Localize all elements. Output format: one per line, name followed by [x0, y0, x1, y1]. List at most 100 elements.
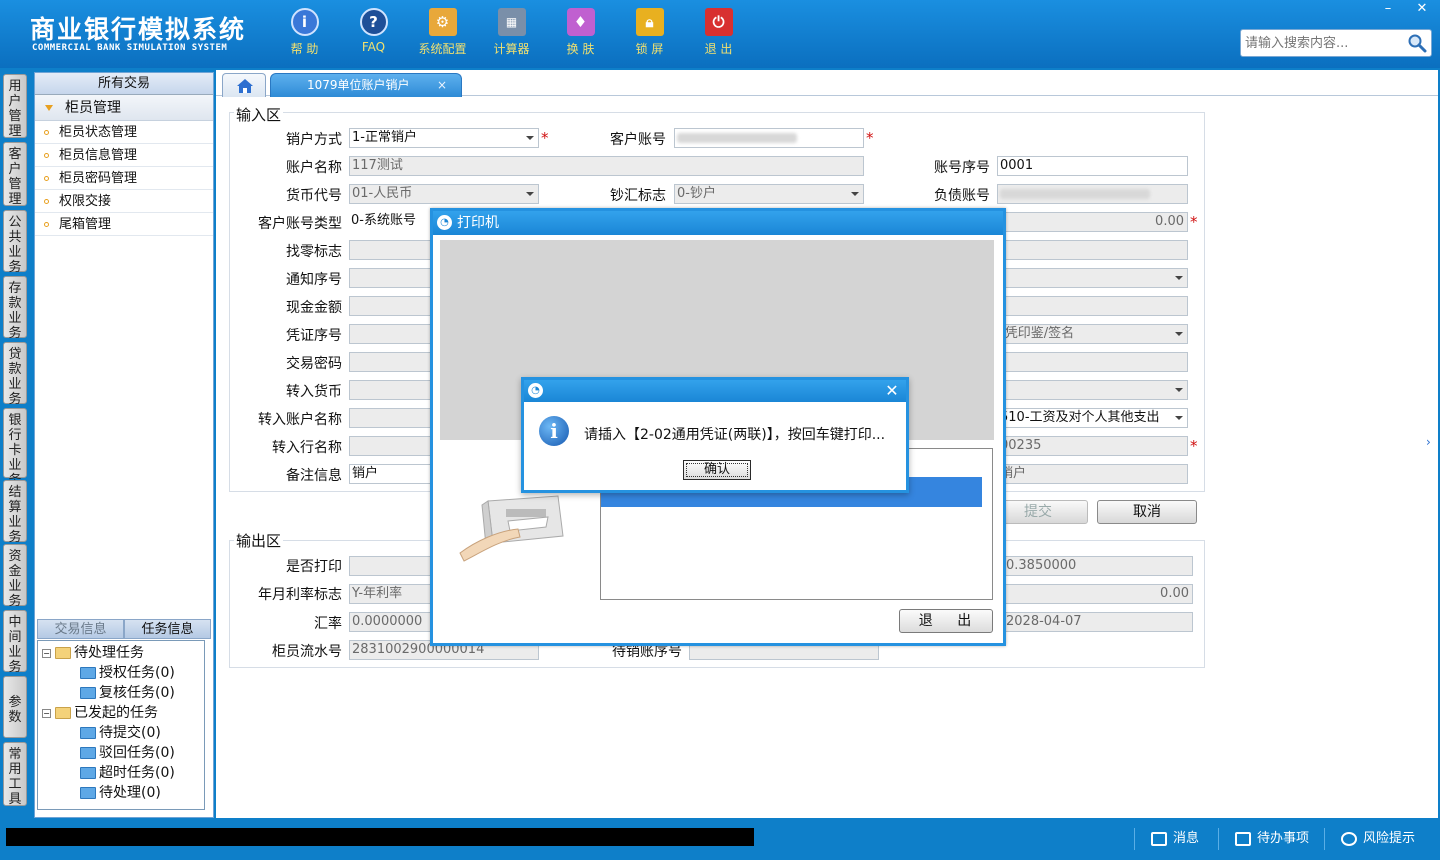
voucher-no-field[interactable] [349, 324, 439, 344]
vtab-card-business[interactable]: 银行卡业务 [3, 408, 27, 488]
messages-button[interactable]: 消息 [1134, 828, 1199, 850]
confirm-button[interactable]: 确认 [683, 460, 751, 480]
vtab-customer-management[interactable]: 客户管理 [3, 142, 27, 207]
home-tab[interactable] [222, 73, 266, 97]
tree-node-review[interactable]: 复核任务(0) [80, 683, 175, 703]
close-icon[interactable]: ✕ [882, 381, 902, 401]
required-mark: * [541, 129, 549, 147]
vtab-loan-business[interactable]: 贷款业务 [3, 342, 27, 407]
right-field-9[interactable] [997, 352, 1188, 372]
close-method-select[interactable]: 1-正常销户 [349, 128, 539, 148]
close-tab-icon[interactable]: × [437, 74, 447, 96]
chevron-down-icon [522, 185, 538, 203]
expand-arrow-icon [45, 105, 53, 111]
chevron-down-icon [522, 129, 538, 147]
folder-icon [55, 707, 71, 719]
transfer-bank-name-field[interactable] [349, 436, 439, 456]
rate-flag-field[interactable]: Y-年利率 [349, 584, 439, 604]
customer-account-field[interactable] [674, 128, 864, 148]
vtab-settlement-business[interactable]: 结算业务 [3, 480, 27, 545]
folder-icon [80, 727, 96, 739]
bullet-icon [44, 176, 49, 181]
vtab-deposit-business[interactable]: 存款业务 [3, 276, 27, 341]
todo-button[interactable]: 待办事项 [1218, 828, 1309, 850]
account-seq-field[interactable]: 0001 [997, 156, 1188, 176]
right-field-5[interactable] [997, 240, 1188, 260]
vtab-public-business[interactable]: 公共业务 [3, 210, 27, 275]
help-button[interactable]: i 帮 助 [270, 8, 339, 60]
vtab-user-management[interactable]: 用户管理 [3, 74, 27, 139]
vtab-intermediate-business[interactable]: 中间业务 [3, 610, 27, 675]
verify-method-select[interactable]: -凭印鉴/签名 [997, 324, 1188, 344]
expand-right-icon[interactable]: › [1426, 422, 1436, 462]
tree-node-pending[interactable]: − 待处理任务 [42, 643, 144, 663]
search-icon[interactable] [1407, 33, 1427, 53]
tab-account-closing[interactable]: 1079单位账户销户 × [270, 73, 462, 97]
menu-item-teller-password[interactable]: 柜员密码管理 [35, 167, 213, 190]
vtab-common-tools[interactable]: 常用工具 [3, 742, 27, 807]
minimize-button[interactable]: – [1372, 0, 1404, 18]
cancel-button[interactable]: 取消 [1097, 500, 1197, 524]
label-tx-password: 交易密码 [286, 356, 342, 372]
purpose-select[interactable]: 510-工资及对个人其他支出 [997, 408, 1188, 428]
quit-button[interactable]: 退 出 [899, 609, 993, 633]
search-input[interactable] [1241, 30, 1401, 56]
chevron-down-icon [1171, 325, 1187, 343]
exchange-rate-field[interactable]: 0.0000000 [349, 612, 439, 632]
tree-node-timeout[interactable]: 超时任务(0) [80, 763, 175, 783]
date-field[interactable]: 2028-04-07 [1003, 612, 1193, 632]
exit-button[interactable]: ⏻ 退 出 [684, 8, 753, 60]
transfer-account-name-field[interactable] [349, 408, 439, 428]
interest-rate-field[interactable]: 0.3850000 [1003, 556, 1193, 576]
menu-item-permission-handover[interactable]: 权限交接 [35, 190, 213, 213]
liability-account-field[interactable] [997, 184, 1188, 204]
vtab-fund-business[interactable]: 资金业务 [3, 544, 27, 609]
cash-amount-field[interactable] [349, 296, 439, 316]
bullet-icon [44, 130, 49, 135]
collapse-icon[interactable]: − [42, 648, 51, 658]
collapse-icon[interactable]: − [42, 708, 51, 718]
right-select-10[interactable] [997, 380, 1188, 400]
tree-node-initiated[interactable]: − 已发起的任务 [42, 703, 158, 723]
cash-flag-select[interactable]: 0-钞户 [674, 184, 864, 204]
transfer-code-field[interactable]: 00235 [997, 436, 1188, 456]
menu-item-teller-info[interactable]: 柜员信息管理 [35, 144, 213, 167]
faq-icon: ? [359, 8, 388, 36]
balance-field[interactable]: 0.00 [997, 212, 1188, 232]
tree-node-authorize[interactable]: 授权任务(0) [80, 663, 175, 683]
risk-alert-button[interactable]: 风险提示 [1324, 828, 1415, 850]
interest-field[interactable]: 0.00 [1003, 584, 1193, 604]
skin-button[interactable]: ♦ 换 肤 [546, 8, 615, 60]
tree-node-to-submit[interactable]: 待提交(0) [80, 723, 161, 743]
chevron-down-icon [847, 185, 863, 203]
label-teller-serial: 柜员流水号 [272, 644, 342, 660]
tab-transaction-info[interactable]: 交易信息 [37, 619, 124, 639]
transfer-currency-field[interactable] [349, 380, 439, 400]
lock-button[interactable]: 🔒︎ 锁 屏 [615, 8, 684, 60]
label-exchange-rate: 汇率 [314, 616, 342, 632]
settings-button[interactable]: ⚙ 系统配置 [408, 8, 477, 60]
right-field-7[interactable] [997, 296, 1188, 316]
search-box [1240, 29, 1432, 57]
account-name-field[interactable]: 117测试 [349, 156, 864, 176]
vtab-parameters[interactable]: 参数 [3, 676, 27, 738]
group-teller-management[interactable]: 柜员管理 [35, 95, 213, 121]
tx-password-field[interactable] [349, 352, 439, 372]
notice-no-field[interactable] [349, 268, 439, 288]
print-flag-field[interactable] [349, 556, 439, 576]
close-window-button[interactable]: ✕ [1406, 0, 1438, 18]
right-select-6[interactable] [997, 268, 1188, 288]
currency-select[interactable]: 01-人民币 [349, 184, 539, 204]
calculator-button[interactable]: ▦ 计算器 [477, 8, 546, 60]
tree-node-to-process[interactable]: 待处理(0) [80, 783, 161, 803]
menu-item-teller-status[interactable]: 柜员状态管理 [35, 121, 213, 144]
remark-right-field[interactable]: 销户 [997, 464, 1188, 484]
remark-field[interactable]: 销户 [349, 464, 439, 484]
menu-item-cash-box[interactable]: 尾箱管理 [35, 213, 213, 236]
change-flag-field[interactable] [349, 240, 439, 260]
faq-button[interactable]: ? FAQ [339, 8, 408, 60]
chat-bubble-icon [1341, 831, 1357, 846]
account-type-field[interactable]: 0-系统账号 [349, 212, 439, 232]
tab-task-info[interactable]: 任务信息 [124, 619, 211, 639]
tree-node-rejected[interactable]: 驳回任务(0) [80, 743, 175, 763]
